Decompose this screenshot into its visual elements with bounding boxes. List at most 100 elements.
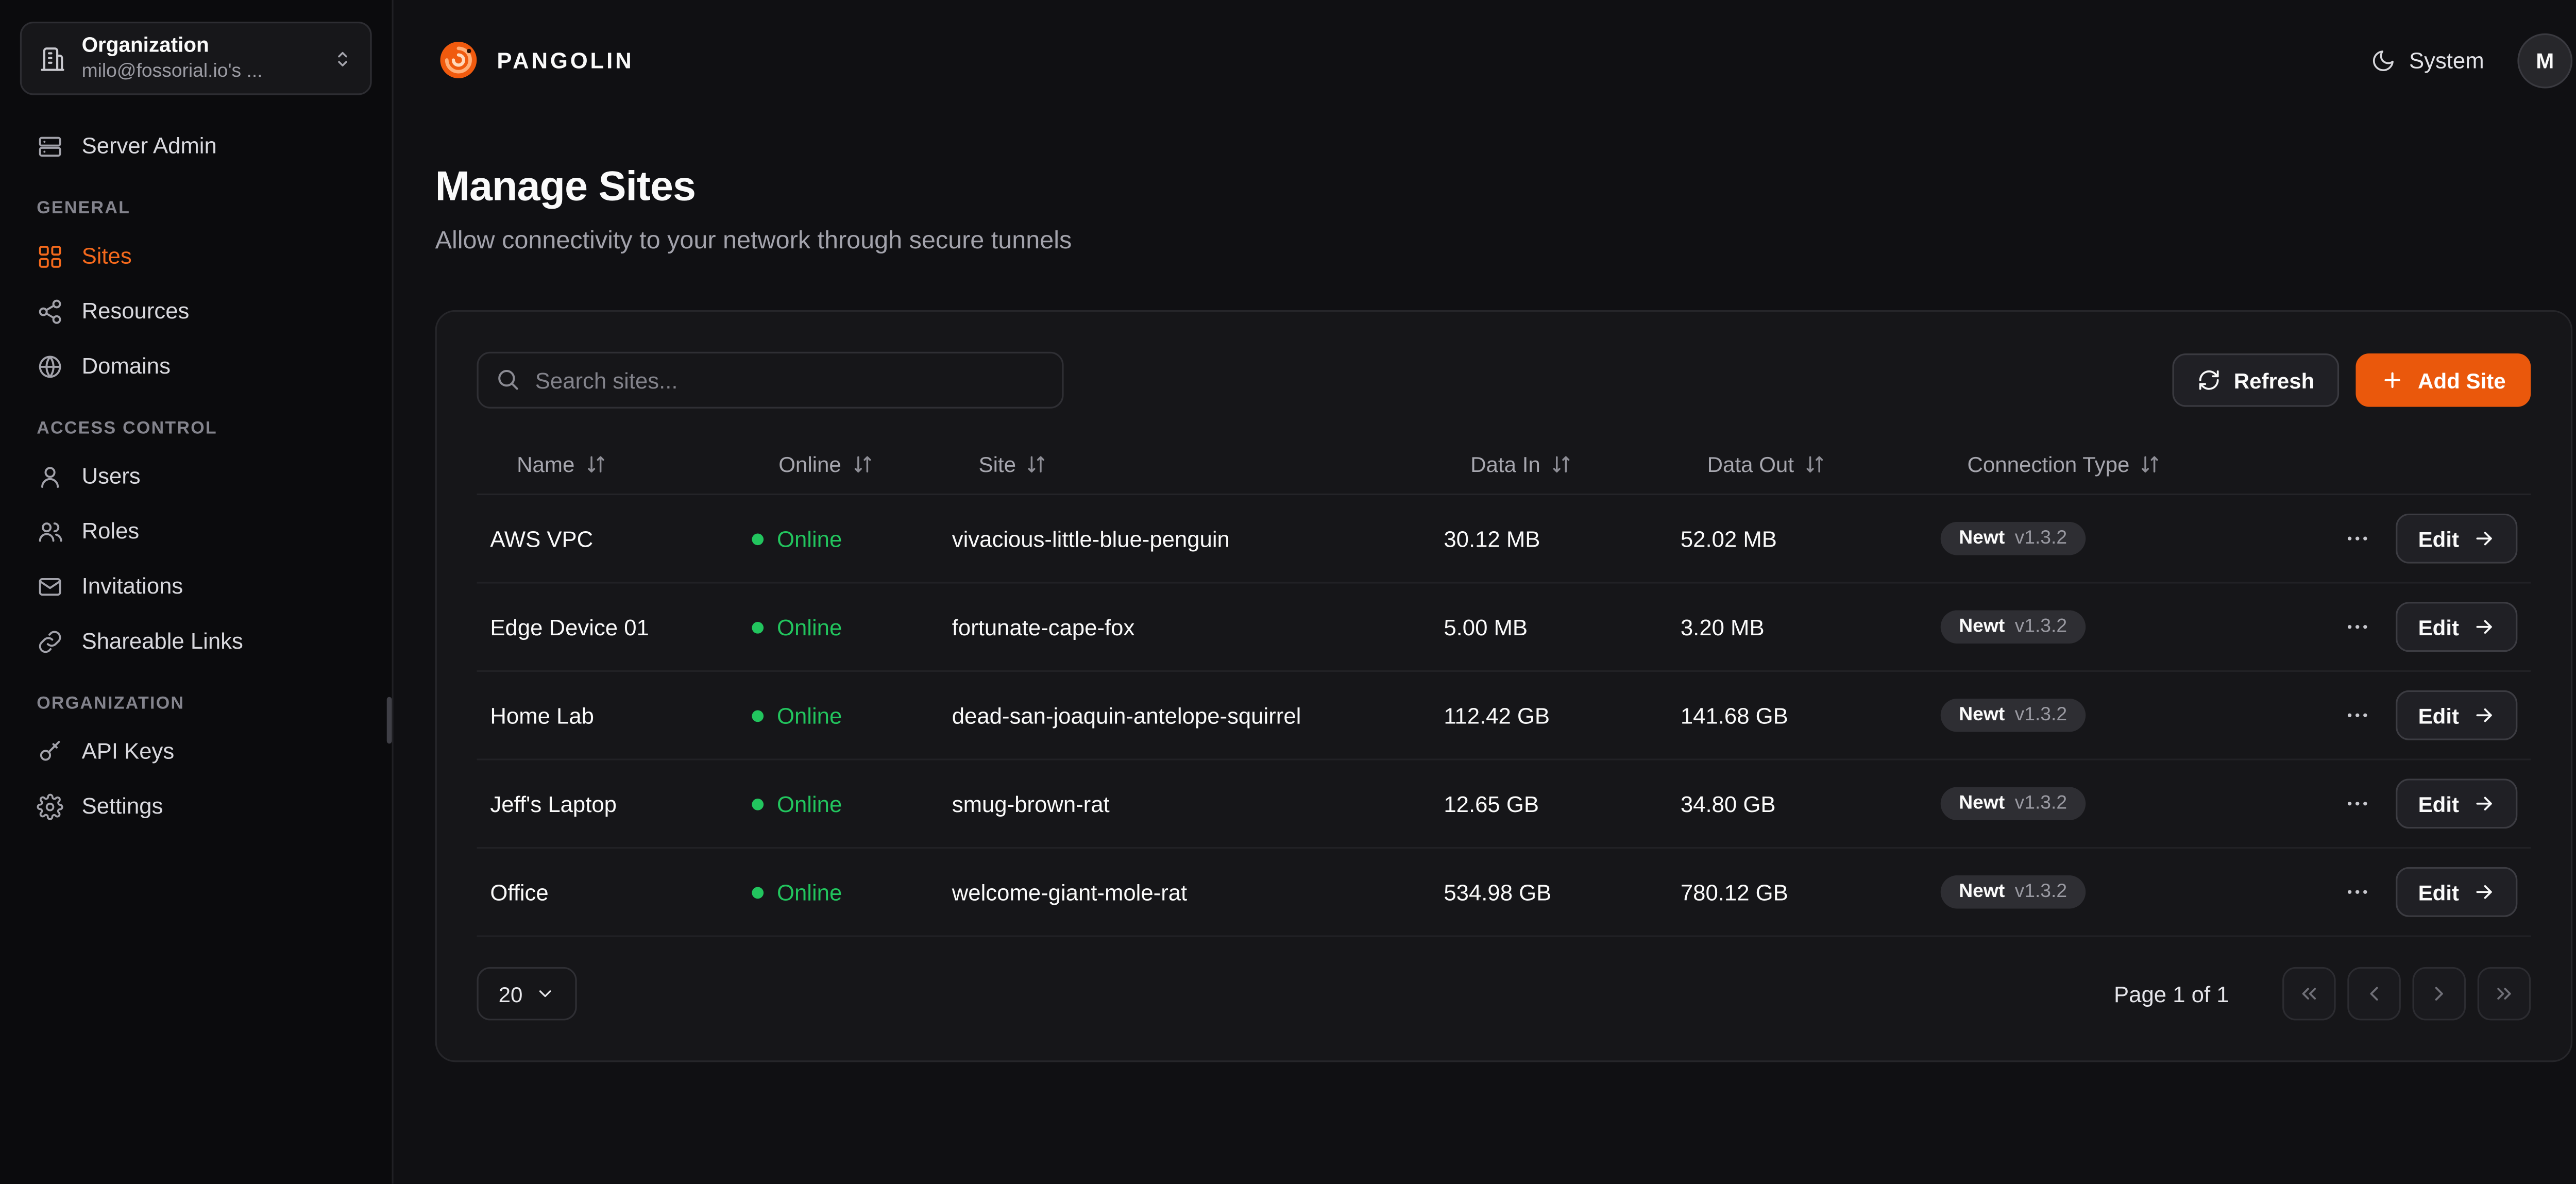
online-label: Online [777, 526, 842, 551]
row-more-button[interactable] [2341, 782, 2373, 825]
add-site-button[interactable]: Add Site [2356, 353, 2531, 407]
page-size-select[interactable]: 20 [477, 967, 578, 1021]
chevron-right-icon [2428, 982, 2451, 1005]
table-row: AWS VPC Online vivacious-little-blue-pen… [477, 495, 2531, 584]
column-label: Data Out [1707, 452, 1794, 477]
edit-button[interactable]: Edit [2397, 779, 2518, 828]
column-header-data-out[interactable]: Data Out [1667, 452, 1927, 477]
sidebar-item-label: Domains [82, 353, 171, 379]
connection-badge: Newt v1.3.2 [1941, 875, 2086, 909]
connection-name: Newt [1959, 793, 2005, 814]
sidebar-item-server-admin[interactable]: Server Admin [20, 119, 372, 174]
app-root: Organization milo@fossorial.io's ... Ser… [0, 0, 2576, 1184]
sidebar-item-roles[interactable]: Roles [20, 503, 372, 559]
data-in-value: 30.12 MB [1430, 526, 1667, 551]
connection-version: v1.3.2 [2015, 705, 2067, 725]
connection-version: v1.3.2 [2015, 793, 2067, 814]
sidebar-item-settings[interactable]: Settings [20, 779, 372, 834]
last-page-button[interactable] [2478, 967, 2531, 1021]
edit-button[interactable]: Edit [2397, 602, 2518, 652]
column-header-data-in[interactable]: Data In [1430, 452, 1667, 477]
connection-name: Newt [1959, 882, 2005, 902]
data-out-value: 3.20 MB [1667, 614, 1927, 639]
row-more-button[interactable] [2341, 694, 2373, 737]
row-more-button[interactable] [2341, 517, 2373, 560]
sidebar-item-shareable-links[interactable]: Shareable Links [20, 614, 372, 669]
data-out-value: 141.68 GB [1667, 703, 1927, 728]
connection-badge: Newt v1.3.2 [1941, 522, 2086, 555]
tunnel-name: vivacious-little-blue-penguin [939, 526, 1431, 551]
connection-type-cell: Newt v1.3.2 [1927, 522, 2328, 555]
connection-type-cell: Newt v1.3.2 [1927, 875, 2328, 909]
sort-icon [851, 453, 873, 475]
column-header-name[interactable]: Name [477, 452, 738, 477]
table-row: Home Lab Online dead-san-joaquin-antelop… [477, 672, 2531, 760]
table-toolbar: Refresh Add Site [477, 352, 2531, 409]
column-header-online[interactable]: Online [739, 452, 939, 477]
sort-icon [1026, 453, 1047, 475]
avatar[interactable]: M [2517, 32, 2572, 88]
sidebar-scrollbar[interactable] [387, 697, 392, 744]
sidebar-item-resources[interactable]: Resources [20, 283, 372, 339]
globe-icon [37, 352, 63, 379]
pagination: 20 Page 1 of 1 [477, 967, 2531, 1021]
connection-type-cell: Newt v1.3.2 [1927, 610, 2328, 644]
section-title-organization: ORGANIZATION [20, 669, 372, 724]
sidebar-item-users[interactable]: Users [20, 448, 372, 503]
prev-page-button[interactable] [2347, 967, 2401, 1021]
section-title-general: GENERAL [20, 174, 372, 229]
sort-icon [2140, 453, 2161, 475]
first-page-button[interactable] [2282, 967, 2336, 1021]
top-bar: PANGOLIN System M [394, 0, 2576, 120]
site-name: Home Lab [477, 703, 738, 728]
online-status: Online [739, 879, 939, 905]
sort-icon [585, 453, 606, 475]
connection-type-cell: Newt v1.3.2 [1927, 787, 2328, 820]
theme-toggle-button[interactable]: System [2371, 47, 2484, 73]
edit-button[interactable]: Edit [2397, 867, 2518, 917]
connection-badge: Newt v1.3.2 [1941, 787, 2086, 820]
row-more-button[interactable] [2341, 870, 2373, 914]
column-header-site[interactable]: Site [939, 452, 1431, 477]
edit-button[interactable]: Edit [2397, 690, 2518, 740]
arrow-right-icon [2472, 881, 2496, 904]
page-indicator: Page 1 of 1 [2114, 981, 2229, 1006]
tunnel-name: dead-san-joaquin-antelope-squirrel [939, 703, 1431, 728]
data-out-value: 52.02 MB [1667, 526, 1927, 551]
org-selector-label: Organization [82, 32, 317, 60]
next-page-button[interactable] [2412, 967, 2466, 1021]
sites-card: Refresh Add Site Name Onl [435, 310, 2573, 1062]
arrow-right-icon [2472, 792, 2496, 815]
mail-icon [37, 573, 63, 600]
search-input[interactable] [477, 352, 1063, 409]
column-header-connection-type[interactable]: Connection Type [1927, 452, 2328, 477]
edit-label: Edit [2418, 614, 2459, 639]
sidebar-item-sites[interactable]: Sites [20, 228, 372, 283]
edit-button[interactable]: Edit [2397, 514, 2518, 564]
online-label: Online [777, 614, 842, 639]
users-icon [37, 518, 63, 545]
refresh-button[interactable]: Refresh [2172, 353, 2340, 407]
sidebar-item-invitations[interactable]: Invitations [20, 559, 372, 614]
row-more-button[interactable] [2341, 605, 2373, 649]
column-label: Site [979, 452, 1016, 477]
sidebar-item-domains[interactable]: Domains [20, 339, 372, 394]
connection-type-cell: Newt v1.3.2 [1927, 699, 2328, 732]
table-row: Edge Device 01 Online fortunate-cape-fox… [477, 584, 2531, 672]
site-name: Edge Device 01 [477, 614, 738, 639]
column-label: Connection Type [1967, 452, 2129, 477]
data-in-value: 5.00 MB [1430, 614, 1667, 639]
connection-version: v1.3.2 [2015, 529, 2067, 549]
online-dot [752, 621, 764, 633]
sidebar-item-api-keys[interactable]: API Keys [20, 723, 372, 779]
arrow-right-icon [2472, 704, 2496, 727]
grid-icon [37, 243, 63, 269]
sort-icon [1804, 453, 1825, 475]
sidebar: Organization milo@fossorial.io's ... Ser… [0, 0, 394, 1184]
ellipsis-icon [2344, 878, 2370, 905]
data-in-value: 534.98 GB [1430, 879, 1667, 905]
ellipsis-icon [2344, 702, 2370, 729]
brand[interactable]: PANGOLIN [435, 37, 634, 83]
online-dot [752, 886, 764, 898]
org-selector[interactable]: Organization milo@fossorial.io's ... [20, 22, 372, 95]
